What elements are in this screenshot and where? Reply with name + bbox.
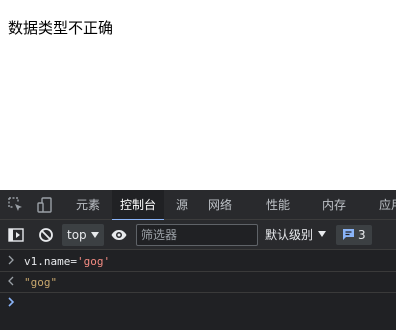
page-message: 数据类型不正确 [8, 19, 114, 37]
console-input-row[interactable]: v1.name='gog' [0, 251, 396, 272]
console-input-text: v1.name='gog' [24, 251, 110, 272]
tab-performance[interactable]: 性能 [266, 190, 290, 220]
inspect-element-icon[interactable] [7, 196, 25, 214]
clear-console-icon[interactable] [37, 226, 55, 244]
context-selector[interactable]: top [62, 224, 104, 246]
chevron-right-icon [8, 255, 14, 265]
devtools-tab-bar: 元素 控制台 源 网络 性能 内存 应用 [0, 190, 396, 221]
log-levels-label: 默认级别 [265, 228, 314, 242]
console-input-string: 'gog' [76, 255, 111, 268]
console-filter-input[interactable] [136, 224, 258, 246]
prompt-chevron-icon [8, 297, 15, 307]
sidebar-toggle-icon[interactable] [7, 226, 25, 244]
return-arrow-icon [8, 276, 14, 286]
live-expression-eye-icon[interactable] [110, 226, 128, 244]
issues-message-icon [343, 229, 354, 240]
context-selector-value: top [67, 228, 87, 242]
chevron-down-icon [91, 232, 99, 238]
tab-sources[interactable]: 源 [176, 190, 188, 220]
tab-application[interactable]: 应用 [379, 190, 396, 220]
issues-button[interactable]: 3 [336, 225, 372, 245]
console-toolbar: top 默认级别 3 [0, 220, 396, 250]
console-input-expression: v1.name= [24, 255, 77, 268]
log-levels-dropdown[interactable]: 默认级别 [265, 224, 327, 246]
console-prompt-row[interactable] [0, 293, 396, 314]
console-result-row: "gog" [0, 272, 396, 293]
chevron-down-icon [318, 231, 327, 237]
issues-count: 3 [358, 228, 366, 242]
devtools-panel: 元素 控制台 源 网络 性能 内存 应用 top 默认级别 [0, 190, 396, 330]
tab-console[interactable]: 控制台 [112, 190, 165, 221]
console-result-text: "gog" [24, 276, 58, 289]
tab-network[interactable]: 网络 [208, 190, 232, 220]
device-toolbar-icon[interactable] [36, 196, 54, 214]
page-content: 数据类型不正确 [0, 0, 396, 190]
tab-memory[interactable]: 内存 [322, 190, 346, 220]
tab-elements[interactable]: 元素 [76, 190, 100, 220]
